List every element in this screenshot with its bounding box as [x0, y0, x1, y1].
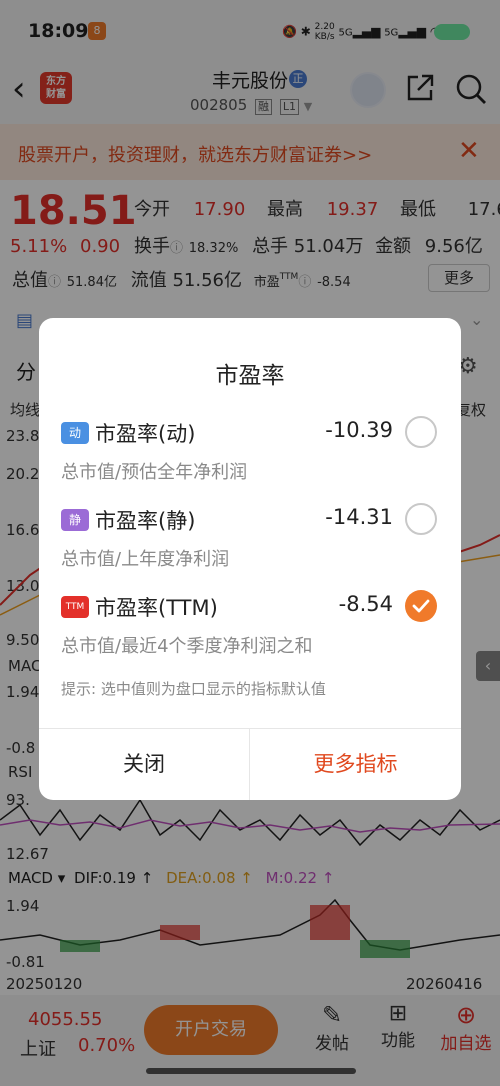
check-icon [412, 599, 430, 613]
dialog-title: 市盈率 [215, 363, 285, 389]
option-value: -14.31 [325, 505, 393, 529]
radio-button-checked[interactable] [405, 590, 437, 622]
pe-option-static[interactable]: 静 市盈率(静) -14.31 [61, 503, 439, 535]
pe-option-ttm[interactable]: TTM 市盈率(TTM) -8.54 [61, 590, 439, 622]
option-name: 市盈率(动) [95, 422, 196, 446]
radio-button[interactable] [405, 416, 437, 448]
close-button[interactable]: 关闭 [39, 728, 249, 800]
option-description: 总市值/最近4个季度净利润之和 [61, 636, 313, 657]
option-value: -10.39 [325, 418, 393, 442]
static-tag-icon: 静 [61, 509, 89, 531]
more-indicators-button[interactable]: 更多指标 [250, 728, 461, 800]
pe-ratio-dialog: 市盈率 动 市盈率(动) -10.39 总市值/预估全年净利润 静 市盈率(静)… [39, 318, 461, 800]
option-value: -8.54 [338, 592, 393, 616]
option-description: 总市值/预估全年净利润 [61, 462, 248, 483]
option-description: 总市值/上年度净利润 [61, 549, 230, 570]
pe-option-dynamic[interactable]: 动 市盈率(动) -10.39 [61, 416, 439, 448]
option-name: 市盈率(静) [95, 509, 196, 533]
dynamic-tag-icon: 动 [61, 422, 89, 444]
option-name: 市盈率(TTM) [95, 596, 218, 620]
radio-button[interactable] [405, 503, 437, 535]
dialog-hint: 提示: 选中值则为盘口显示的指标默认值 [61, 680, 326, 698]
ttm-tag-icon: TTM [61, 596, 89, 618]
